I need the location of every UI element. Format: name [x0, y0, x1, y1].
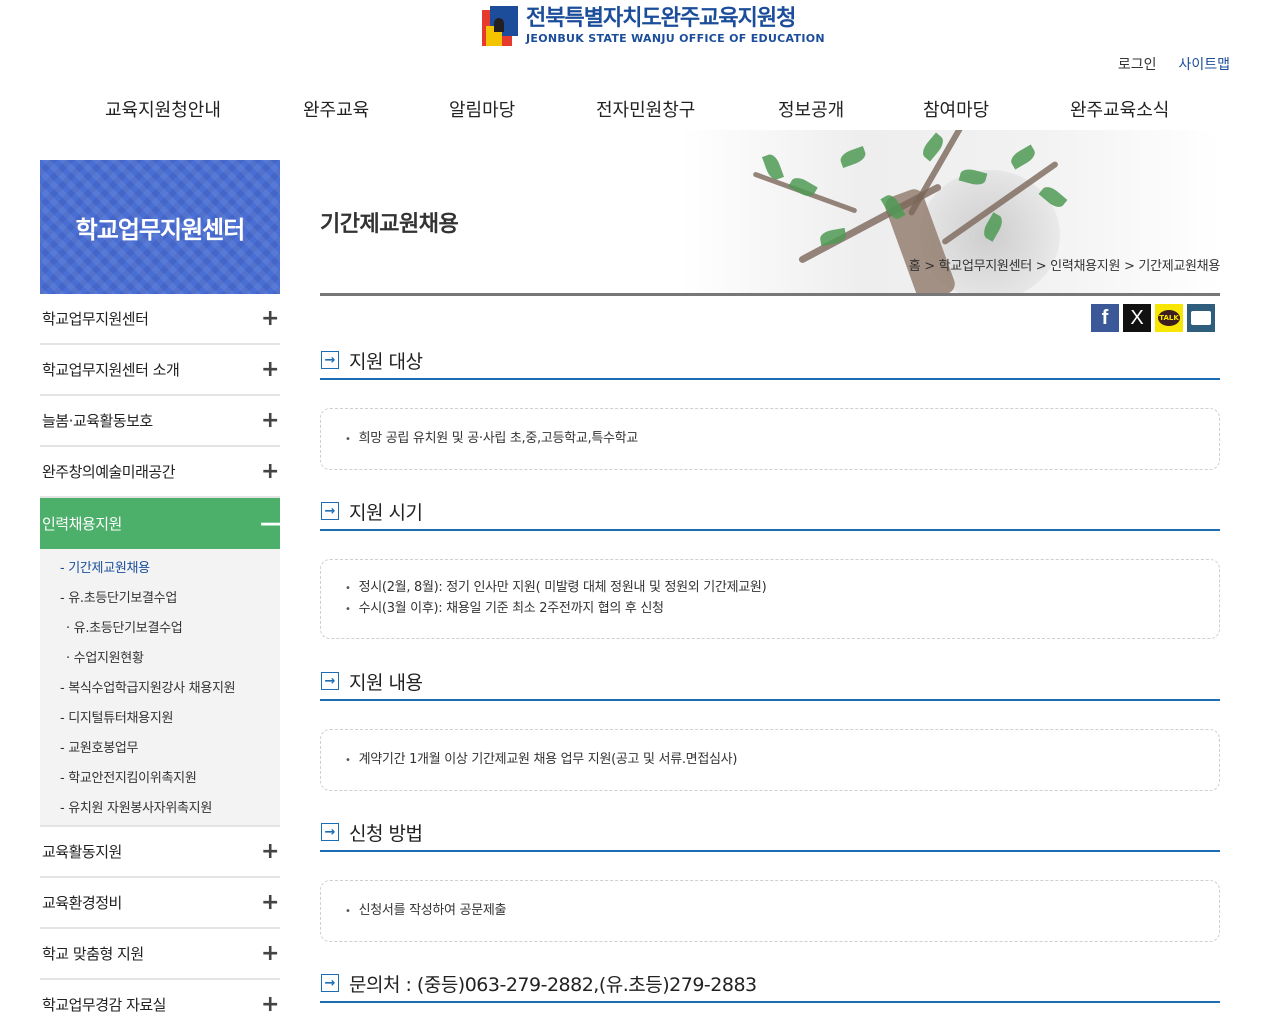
sidebar-item-label: 인력채용지원 [42, 515, 122, 533]
plus-icon: + [261, 407, 279, 433]
gnb-item-e-civil[interactable]: 전자민원창구 [596, 96, 695, 122]
site-logo[interactable]: 전북특별자치도완주교육지원청 JEONBUK STATE WANJU OFFIC… [480, 4, 825, 48]
sidebar-item-label: 교육환경정비 [42, 894, 122, 912]
submenu-item[interactable]: - 유.초등단기보결수업 [40, 581, 280, 611]
utility-links: 로그인 사이트맵 [1118, 54, 1230, 74]
gnb-item-participation[interactable]: 참여마당 [923, 96, 989, 122]
contact-info: 문의처 : (중등)063-279-2882,(유.초등)279-2883 [349, 973, 757, 996]
section-title: 지원 내용 [349, 671, 423, 694]
section-content-box: 신청서를 작성하여 공문제출 [320, 880, 1220, 942]
breadcrumb: 홈 > 학교업무지원센터 > 인력채용지원 > 기간제교원채용 [908, 259, 1221, 274]
plus-icon: + [261, 889, 279, 915]
sidebar-title: 학교업무지원센터 [75, 215, 246, 244]
list-item: 신청서를 작성하여 공문제출 [345, 901, 1219, 922]
submenu-item[interactable]: - 유치원 자원봉사자위촉지원 [40, 791, 280, 821]
section-heading: → 지원 대상 [320, 342, 1220, 380]
gnb-item-news[interactable]: 완주교육소식 [1070, 96, 1169, 122]
sidebar-item[interactable]: 학교 맞춤형 지원 + [40, 929, 280, 980]
sitemap-link[interactable]: 사이트맵 [1178, 54, 1230, 74]
minus-icon: — [260, 510, 282, 536]
section-heading: → 신청 방법 [320, 814, 1220, 852]
sidebar-item[interactable]: 학교업무지원센터 소개 + [40, 345, 280, 396]
sidebar-item-label: 완주창의예술미래공간 [42, 463, 176, 481]
plus-icon: + [261, 458, 279, 484]
logo-title-ko: 전북특별자치도완주교육지원청 [526, 6, 796, 31]
sidebar-item-label: 늘봄·교육활동보호 [42, 412, 153, 430]
sidebar-item-label: 학교업무지원센터 소개 [42, 361, 180, 379]
submenu-item[interactable]: - 복식수업학급지원강사 채용지원 [40, 671, 280, 701]
list-item: 수시(3월 이후): 채용일 기준 최소 2주전까지 협의 후 신청 [345, 599, 1219, 620]
section-heading-contact: → 문의처 : (중등)063-279-2882,(유.초등)279-2883 [320, 965, 1220, 1003]
sidebar-item[interactable]: 학교업무지원센터 + [40, 294, 280, 345]
sidebar-item-label: 학교업무지원센터 [42, 310, 149, 328]
arrow-right-icon: → [321, 351, 339, 369]
print-button[interactable] [1187, 304, 1215, 332]
sidebar-item[interactable]: 교육활동지원 + [40, 827, 280, 878]
sidebar-item[interactable]: 교육환경정비 + [40, 878, 280, 929]
list-item: 정시(2월, 8월): 정기 인사만 지원( 미발령 대체 정원내 및 정원외 … [345, 578, 1219, 599]
plus-icon: + [261, 940, 279, 966]
sidebar-item-active[interactable]: 인력채용지원 — [40, 498, 282, 549]
submenu-item[interactable]: - 교원호봉업무 [40, 731, 280, 761]
plus-icon: + [261, 991, 279, 1017]
kakaotalk-share-button[interactable]: TALK [1155, 304, 1183, 332]
share-buttons: f X TALK [1091, 304, 1215, 332]
arrow-right-icon: → [321, 974, 339, 992]
section-content-box: 정시(2월, 8월): 정기 인사만 지원( 미발령 대체 정원내 및 정원외 … [320, 559, 1220, 639]
sidebar-title-banner: 학교업무지원센터 [40, 160, 280, 294]
plus-icon: + [261, 356, 279, 382]
arrow-right-icon: → [321, 672, 339, 690]
submenu-item-depth3[interactable]: · 수업지원현황 [40, 641, 280, 671]
printer-icon [1191, 311, 1211, 325]
sidebar-item-label: 학교 맞춤형 지원 [42, 945, 144, 963]
global-nav: 교육지원청안내 완주교육 알림마당 전자민원창구 정보공개 참여마당 완주교육소… [0, 96, 1280, 126]
x-share-button[interactable]: X [1123, 304, 1151, 332]
section-content-box: 희망 공립 유치원 및 공·사립 초,중,고등학교,특수학교 [320, 408, 1220, 470]
logo-emblem-icon [480, 4, 520, 48]
gnb-item-info-disclosure[interactable]: 정보공개 [778, 96, 844, 122]
list-item: 희망 공립 유치원 및 공·사립 초,중,고등학교,특수학교 [345, 429, 1219, 450]
sidebar-submenu: - 기간제교원채용 - 유.초등단기보결수업 · 유.초등단기보결수업 · 수업… [40, 549, 280, 827]
kakaotalk-icon: TALK [1158, 310, 1180, 326]
gnb-item-notice[interactable]: 알림마당 [449, 96, 515, 122]
submenu-item[interactable]: - 디지털튜터채용지원 [40, 701, 280, 731]
sidebar-item[interactable]: 학교업무경감 자료실 + [40, 980, 280, 1024]
section-content-box: 계약기간 1개월 이상 기간제교원 채용 업무 지원(공고 및 서류.면접심사) [320, 729, 1220, 791]
sidebar-item-label: 교육활동지원 [42, 843, 122, 861]
list-item: 계약기간 1개월 이상 기간제교원 채용 업무 지원(공고 및 서류.면접심사) [345, 750, 1219, 771]
page-title: 기간제교원채용 [320, 212, 459, 237]
section-title: 신청 방법 [349, 822, 423, 845]
sidebar-menu: 학교업무지원센터 + 학교업무지원센터 소개 + 늘봄·교육활동보호 + 완주창의예술… [40, 294, 282, 1024]
sidebar-item-label: 학교업무경감 자료실 [42, 996, 166, 1014]
submenu-item[interactable]: - 학교안전지킴이위촉지원 [40, 761, 280, 791]
submenu-item-depth3[interactable]: · 유.초등단기보결수업 [40, 611, 280, 641]
gnb-item-wanju-education[interactable]: 완주교육 [303, 96, 369, 122]
section-title: 지원 대상 [349, 350, 423, 373]
login-link[interactable]: 로그인 [1118, 54, 1157, 74]
arrow-right-icon: → [321, 823, 339, 841]
facebook-share-button[interactable]: f [1091, 304, 1119, 332]
section-heading: → 지원 시기 [320, 493, 1220, 531]
section-title: 지원 시기 [349, 501, 423, 524]
plus-icon: + [261, 838, 279, 864]
plus-icon: + [261, 305, 279, 331]
submenu-item-current[interactable]: - 기간제교원채용 [40, 551, 280, 581]
gnb-item-office-guide[interactable]: 교육지원청안내 [105, 96, 221, 122]
logo-title-en: JEONBUK STATE WANJU OFFICE OF EDUCATION [526, 32, 825, 45]
arrow-right-icon: → [321, 502, 339, 520]
sidebar-item[interactable]: 늘봄·교육활동보호 + [40, 396, 280, 447]
section-heading: → 지원 내용 [320, 663, 1220, 701]
sidebar-item[interactable]: 완주창의예술미래공간 + [40, 447, 280, 498]
